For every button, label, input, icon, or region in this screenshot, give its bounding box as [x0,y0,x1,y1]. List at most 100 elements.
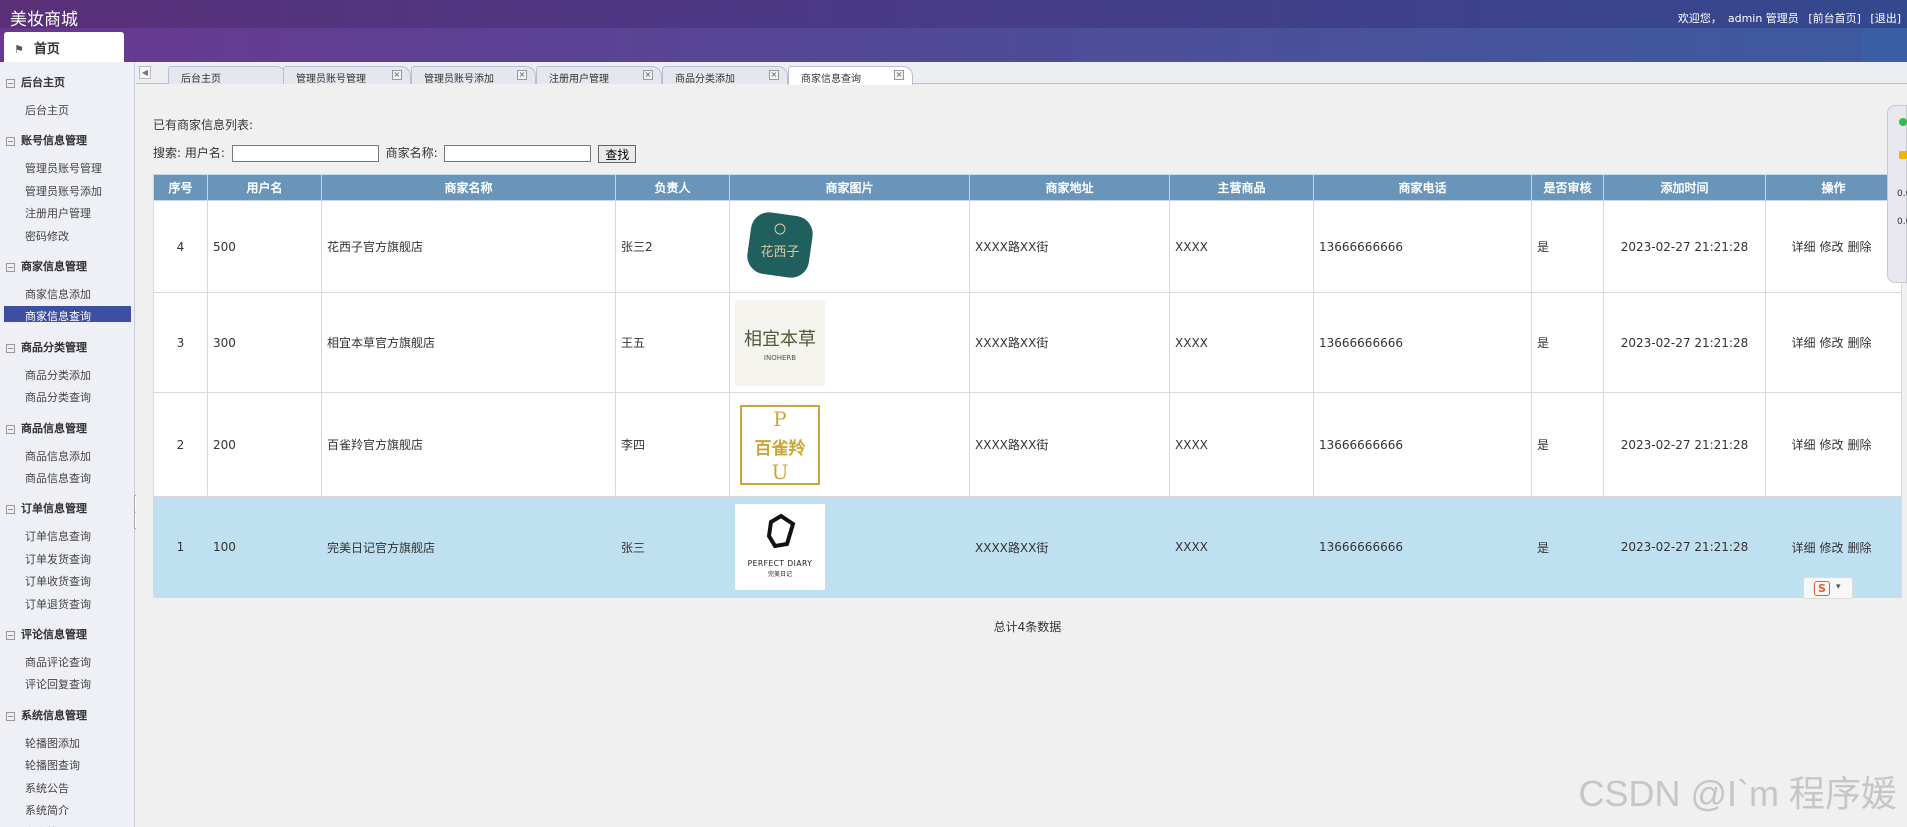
sidebar-group-header[interactable]: − 评论信息管理 [6,626,87,642]
sidebar-item[interactable]: 商品信息查询 [25,470,91,486]
sidebar-group-header[interactable]: − 后台主页 [6,74,65,90]
collapse-minus-icon[interactable]: − [6,343,15,353]
row-username: 200 [207,392,322,497]
collapse-minus-icon[interactable]: − [6,263,15,272]
sidebar-item[interactable]: 订单信息查询 [25,528,91,544]
sidebar-item[interactable]: 商家信息查询 [4,306,131,323]
sidebar-item[interactable]: 评论回复查询 [25,676,91,692]
sidebar-item[interactable]: 轮播图添加 [25,735,80,751]
sidebar-item[interactable]: 后台主页 [25,102,69,118]
sidebar-group-header[interactable]: − 商品信息管理 [6,420,87,436]
close-icon[interactable]: × [769,70,779,80]
collapse-minus-icon[interactable]: − [6,631,15,640]
sidebar-item[interactable]: 密码修改 [25,228,69,244]
tab-label: 注册用户管理 [549,74,609,85]
edit-link[interactable]: 修改 [1819,336,1843,350]
header-right-strip [1862,28,1907,62]
tab-scroll-left-icon[interactable]: ◀ [139,66,151,79]
floating-monitor-widget[interactable]: 0.0 0.0 [1887,105,1907,283]
close-icon[interactable]: × [894,70,904,80]
total-count: 总计4条数据 [993,620,1062,634]
collapse-minus-icon[interactable]: − [6,711,15,721]
watermark: CSDN @I`m 程序媛 [1578,773,1897,814]
sidebar-item[interactable]: 订单收货查询 [25,573,91,589]
sidebar-item[interactable]: 管理员账号管理 [25,160,102,176]
tab-label: 后台主页 [181,74,221,85]
sidebar-item[interactable]: 系统简介 [25,802,69,818]
sidebar-item[interactable]: 注册用户管理 [25,205,91,221]
home-tab[interactable]: ⚑ 首页 [4,32,124,62]
sidebar-item[interactable]: 系统公告 [25,780,69,796]
delete-link[interactable]: 删除 [1848,541,1872,555]
tab-label: 管理员账号管理 [296,74,366,85]
svg-text:百雀羚: 百雀羚 [755,438,806,459]
home-tab-label: 首页 [33,42,60,57]
delete-link[interactable]: 删除 [1848,438,1872,452]
sidebar-group-header[interactable]: − 系统信息管理 [6,707,87,723]
home-icon: ⚑ [14,43,24,56]
tab-item[interactable]: 管理员账号管理 × [283,66,411,85]
row-goods: XXXX [1169,496,1314,598]
list-title: 已有商家信息列表: [153,118,254,132]
edit-link[interactable]: 修改 [1819,240,1843,254]
row-manager: 张三 [615,496,730,598]
tab-item[interactable]: 管理员账号添加 × [411,66,536,85]
detail-link[interactable]: 详细 [1791,240,1815,254]
sidebar-item[interactable]: 商品分类查询 [25,389,91,405]
shopname-search-input[interactable] [444,145,592,162]
row-actions: 详细 修改 删除 [1765,200,1902,293]
tab-item[interactable]: 注册用户管理 × [536,66,662,85]
close-icon[interactable]: × [392,70,402,80]
merchant-logo-image: P 百雀羚U [740,404,820,485]
svg-text:U: U [772,460,789,484]
sidebar-group-header[interactable]: − 商品分类管理 [6,339,87,355]
row-shop-name: 相宜本草官方旗舰店 [321,292,616,393]
username-search-input[interactable] [231,145,379,162]
sidebar-item[interactable]: 商品分类添加 [25,367,91,383]
sidebar-group-header[interactable]: − 商家信息管理 [6,258,87,274]
sidebar-item[interactable]: 商家信息添加 [25,286,91,302]
row-logo: PERFECT DIARY 完美日记 [729,496,970,598]
search-bar: 搜索: 用户名: 商家名称: 查找 [153,144,637,163]
svg-text:P: P [773,407,786,431]
table-row: 1 100 完美日记官方旗舰店 张三 PERFECT DIARY 完美日记 XXXX路XX街… [153,496,1902,598]
search-button[interactable]: 查找 [598,144,637,163]
collapse-minus-icon[interactable]: − [6,424,15,434]
sidebar-group-header[interactable]: − 订单信息管理 [6,500,87,516]
detail-link[interactable]: 详细 [1791,336,1815,350]
delete-link[interactable]: 删除 [1848,240,1872,254]
detail-link[interactable]: 详细 [1791,438,1815,452]
close-icon[interactable]: × [643,70,653,80]
collapse-minus-icon[interactable]: − [6,137,15,147]
row-audited: 是 [1531,392,1604,497]
delete-link[interactable]: 删除 [1848,336,1872,350]
sidebar-item[interactable]: 商品信息添加 [25,448,91,464]
edit-link[interactable]: 修改 [1819,438,1843,452]
row-username: 500 [207,200,322,293]
edit-link[interactable]: 修改 [1819,541,1843,555]
column-header: 用户名 [207,174,322,201]
chevron-down-icon: ▾ [1836,582,1841,592]
sidebar-item[interactable]: 订单退货查询 [25,596,91,612]
close-icon[interactable]: × [517,70,527,80]
sidebar-group-header[interactable]: − 账号信息管理 [6,132,87,148]
row-number: 3 [153,292,208,393]
row-audited: 是 [1531,496,1604,598]
input-method-toolbar[interactable]: S ▾ [1803,577,1853,599]
merchant-logo-image: 相宜本草 INOHERB [735,299,825,386]
sidebar-item[interactable]: 商品评论查询 [25,654,91,670]
collapse-minus-icon[interactable]: − [6,505,15,515]
logout-link[interactable]: [退出] [1870,12,1901,25]
detail-link[interactable]: 详细 [1791,541,1815,555]
tab-item[interactable]: 商品分类添加 × [662,66,788,85]
row-added-time: 2023-02-27 21:21:28 [1603,496,1766,598]
tab-item[interactable]: 后台主页 [168,66,286,85]
front-home-link[interactable]: [前台首页] [1808,12,1861,25]
collapse-minus-icon[interactable]: − [6,79,15,88]
tab-item[interactable]: 商家信息查询 × [788,66,913,85]
sidebar-item[interactable]: 轮播图查询 [25,757,80,773]
sidebar-item[interactable]: 管理员账号添加 [25,183,102,199]
sidebar-item[interactable]: 订单发货查询 [25,551,91,567]
row-username: 100 [207,496,322,598]
row-manager: 李四 [615,392,730,497]
